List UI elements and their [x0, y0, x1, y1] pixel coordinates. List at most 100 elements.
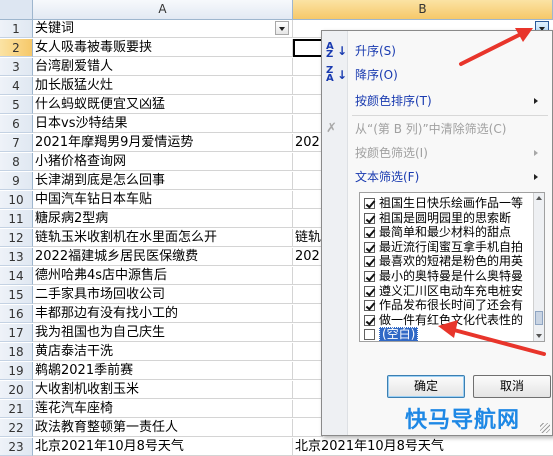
cell-a[interactable]: 链轨玉米收割机在水里面怎么开	[33, 229, 293, 247]
filter-value-item[interactable]: 最喜欢的短裙是粉色的用英	[360, 254, 535, 269]
checkbox[interactable]	[364, 198, 375, 209]
row-header[interactable]: 4	[0, 77, 33, 95]
row-header[interactable]: 18	[0, 343, 33, 361]
row-header[interactable]: 20	[0, 381, 33, 399]
cell-b[interactable]	[293, 305, 323, 323]
row-header[interactable]: 8	[0, 153, 33, 171]
cell-b[interactable]	[293, 191, 323, 209]
filter-value-item[interactable]: 作品发布很长时间了还会有	[360, 298, 535, 313]
checkbox[interactable]	[364, 300, 375, 312]
filter-value-item[interactable]: 遵义汇川区电动车充电桩安	[360, 284, 535, 299]
cell-a[interactable]: 2022福建城乡居民医保缴费	[33, 248, 293, 266]
cell-a[interactable]: 莲花汽车座椅	[33, 400, 293, 418]
cell-a[interactable]: 我为祖国也为自己庆生	[33, 324, 293, 342]
cell-a[interactable]: 长津湖到底是怎么回事	[33, 172, 293, 190]
cell-b[interactable]	[293, 39, 323, 57]
cell-b[interactable]	[293, 172, 323, 190]
cell-b[interactable]	[293, 400, 323, 418]
cell-b[interactable]	[293, 286, 323, 304]
column-header-b[interactable]: B	[293, 0, 553, 20]
list-scrollbar[interactable]	[533, 193, 544, 341]
cell-b[interactable]	[293, 343, 323, 361]
cell-b[interactable]: 北京2021年10月8号天气	[293, 438, 553, 456]
cell-a[interactable]: 鹈鹕2021季前赛	[33, 362, 293, 380]
ok-button[interactable]: 确定	[387, 375, 465, 398]
row-header[interactable]: 17	[0, 324, 33, 342]
cell-a[interactable]: 关键词	[33, 20, 293, 38]
cell-a[interactable]: 大收割机收割玉米	[33, 381, 293, 399]
cell-b[interactable]	[293, 267, 323, 285]
filter-value-item[interactable]: 最小的奥特曼是什么奥特曼	[360, 269, 535, 284]
row-header[interactable]: 16	[0, 305, 33, 323]
filter-value-item[interactable]: 做一件有红色文化代表性的	[360, 313, 535, 328]
checkbox[interactable]	[364, 271, 375, 282]
cell-b[interactable]: 202	[293, 248, 323, 266]
sort-ascending-item[interactable]: A Z ↓ 升序(S)	[322, 40, 552, 62]
cell-b[interactable]	[293, 362, 323, 380]
scroll-thumb[interactable]	[535, 311, 543, 325]
clear-filter-item[interactable]: ✗ 从“(第 B 列)”中清除筛选(C)	[322, 118, 552, 140]
cell-a[interactable]: 女人吸毒被毒贩要挟	[33, 39, 293, 57]
checkbox[interactable]	[364, 314, 375, 326]
row-header[interactable]: 14	[0, 267, 33, 285]
row-header[interactable]: 12	[0, 229, 33, 247]
row-header[interactable]: 11	[0, 210, 33, 228]
column-header-a[interactable]: A	[33, 0, 293, 20]
cell-a[interactable]: 台湾剧爱错人	[33, 58, 293, 76]
cell-b[interactable]	[293, 324, 323, 342]
cell-a[interactable]: 中国汽车钻日本车贴	[33, 191, 293, 209]
cell-b[interactable]	[293, 96, 323, 114]
cell-a[interactable]: 加长版猛火灶	[33, 77, 293, 95]
cell-b[interactable]	[293, 381, 323, 399]
cancel-button[interactable]: 取消	[473, 375, 551, 398]
cell-b[interactable]	[293, 210, 323, 228]
cell-b[interactable]	[293, 115, 323, 133]
row-header[interactable]: 13	[0, 248, 33, 266]
cell-a[interactable]: 什么蚂蚁既便宜又凶猛	[33, 96, 293, 114]
cell-a[interactable]: 二手家具市场回收公司	[33, 286, 293, 304]
cell-a[interactable]: 德州哈弗4s店中源售后	[33, 267, 293, 285]
cell-a[interactable]: 丰都那边有没有找小工的	[33, 305, 293, 323]
cell-b[interactable]	[293, 58, 323, 76]
cell-a[interactable]: 小猪价格查询网	[33, 153, 293, 171]
scroll-up-icon[interactable]	[536, 196, 542, 200]
checkbox[interactable]	[364, 212, 375, 224]
row-header[interactable]: 2	[0, 39, 33, 57]
sort-descending-item[interactable]: Z A ↓ 降序(O)	[322, 64, 552, 86]
scroll-down-icon[interactable]	[536, 334, 542, 338]
filter-value-item[interactable]: 祖国生日快乐绘画作品一等	[360, 196, 535, 211]
row-header[interactable]: 21	[0, 400, 33, 418]
cell-b[interactable]	[293, 20, 323, 38]
filter-value-item[interactable]: 祖国是圆明园里的思索断	[360, 211, 535, 226]
cell-a[interactable]: 2021年摩羯男9月爱情运势	[33, 134, 293, 152]
filter-value-item[interactable]: (空白)	[360, 327, 535, 341]
filter-value-item[interactable]: 最简单和最少材料的甜点	[360, 225, 535, 240]
filter-value-item[interactable]: 最近流行闺蜜互拿手机自拍	[360, 240, 535, 255]
cell-b[interactable]	[293, 419, 323, 437]
row-header[interactable]: 5	[0, 96, 33, 114]
checkbox[interactable]	[364, 256, 375, 268]
cell-b[interactable]	[293, 77, 323, 95]
sort-by-color-item[interactable]: 按颜色排序(T)	[322, 90, 552, 112]
checkbox[interactable]	[364, 329, 375, 341]
filter-dropdown-a[interactable]	[275, 21, 289, 35]
cell-b[interactable]: 链轨	[293, 229, 323, 247]
row-header[interactable]: 3	[0, 58, 33, 76]
checkbox[interactable]	[364, 285, 375, 297]
row-header[interactable]: 15	[0, 286, 33, 304]
cell-a[interactable]: 政法教育整顿第一责任人	[33, 419, 293, 437]
select-all-corner[interactable]	[0, 0, 33, 20]
filter-by-color-item[interactable]: 按颜色筛选(I)	[322, 142, 552, 164]
cell-a[interactable]: 糖尿病2型病	[33, 210, 293, 228]
row-header[interactable]: 7	[0, 134, 33, 152]
row-header[interactable]: 23	[0, 438, 33, 456]
row-header[interactable]: 9	[0, 172, 33, 190]
cell-b[interactable]: 202	[293, 134, 323, 152]
resize-grip-icon[interactable]	[540, 423, 550, 433]
cell-a[interactable]: 黄店泰洁干洗	[33, 343, 293, 361]
text-filter-item[interactable]: 文本筛选(F)	[322, 166, 552, 188]
row-header[interactable]: 22	[0, 419, 33, 437]
cell-a[interactable]: 北京2021年10月8号天气	[33, 438, 293, 456]
cell-a[interactable]: 日本vs沙特结果	[33, 115, 293, 133]
cell-b[interactable]	[293, 153, 323, 171]
